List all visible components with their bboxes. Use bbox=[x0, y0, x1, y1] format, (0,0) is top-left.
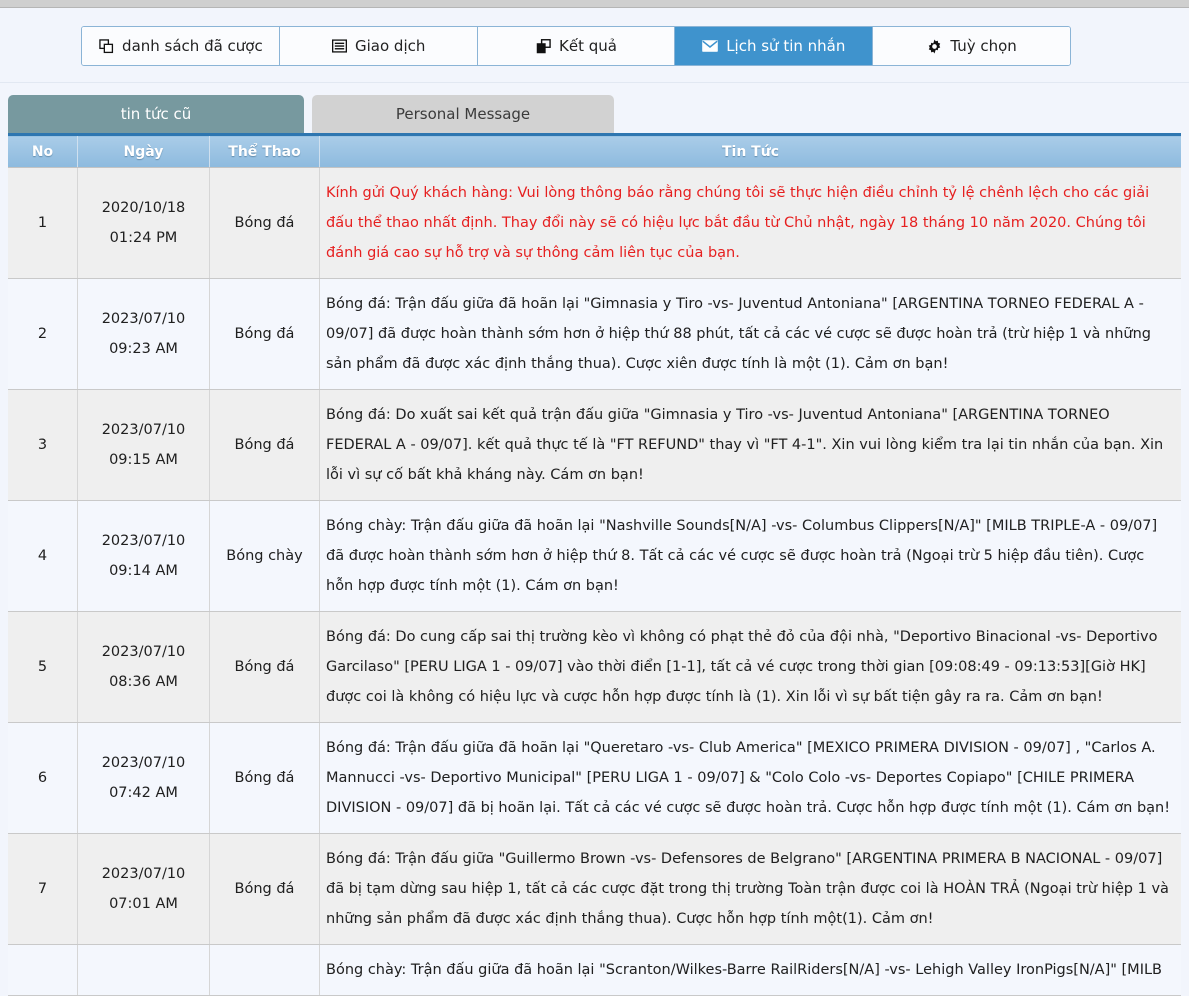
column-header-news[interactable]: Tin Tức bbox=[320, 135, 1182, 168]
tab-bet-list-label: danh sách đã cược bbox=[122, 37, 263, 55]
cell-no: 2 bbox=[8, 279, 78, 390]
cell-news: Bóng đá: Do cung cấp sai thị trường kèo … bbox=[320, 612, 1182, 723]
cell-sport: Bóng chày bbox=[210, 501, 320, 612]
cell-date: 2020/10/18 01:24 PM bbox=[78, 168, 210, 279]
cell-sport: Bóng đá bbox=[210, 168, 320, 279]
table-row[interactable]: 42023/07/10 09:14 AMBóng chàyBóng chày: … bbox=[8, 501, 1181, 612]
main-navigation: danh sách đã cược Giao dịch Kết quả bbox=[0, 8, 1189, 83]
cell-date: 2023/07/10 08:36 AM bbox=[78, 612, 210, 723]
cell-sport: Bóng đá bbox=[210, 723, 320, 834]
cell-news: Bóng chày: Trận đấu giữa đã hoãn lại "Na… bbox=[320, 501, 1182, 612]
table-body: 12020/10/18 01:24 PMBóng đáKính gửi Quý … bbox=[8, 168, 1181, 996]
gear-icon bbox=[926, 38, 942, 54]
cell-news: Bóng chày: Trận đấu giữa đã hoãn lại "Sc… bbox=[320, 945, 1182, 996]
cell-no: 7 bbox=[8, 834, 78, 945]
cell-news: Bóng đá: Trận đấu giữa đã hoãn lại "Gimn… bbox=[320, 279, 1182, 390]
table-header-row: No Ngày Thể Thao Tin Tức bbox=[8, 135, 1181, 168]
windows-icon bbox=[535, 38, 551, 54]
cell-no: 1 bbox=[8, 168, 78, 279]
tab-results-label: Kết quả bbox=[559, 37, 617, 55]
cell-no bbox=[8, 945, 78, 996]
browser-top-strip bbox=[0, 0, 1189, 8]
cell-news: Kính gửi Quý khách hàng: Vui lòng thông … bbox=[320, 168, 1182, 279]
tab-bet-list[interactable]: danh sách đã cược bbox=[82, 27, 280, 65]
message-table-container: No Ngày Thể Thao Tin Tức 12020/10/18 01:… bbox=[0, 133, 1189, 996]
sub-tab-group: tin tức cũ Personal Message bbox=[0, 83, 1189, 133]
column-header-sport[interactable]: Thể Thao bbox=[210, 135, 320, 168]
cell-news: Bóng đá: Trận đấu giữa "Guillermo Brown … bbox=[320, 834, 1182, 945]
copy-icon bbox=[98, 38, 114, 54]
table-row[interactable]: 72023/07/10 07:01 AMBóng đáBóng đá: Trận… bbox=[8, 834, 1181, 945]
subtab-personal-message[interactable]: Personal Message bbox=[312, 95, 614, 133]
cell-date: 2023/07/10 09:15 AM bbox=[78, 390, 210, 501]
cell-sport: Bóng đá bbox=[210, 279, 320, 390]
cell-no: 5 bbox=[8, 612, 78, 723]
table-row[interactable]: 62023/07/10 07:42 AMBóng đáBóng đá: Trận… bbox=[8, 723, 1181, 834]
cell-no: 6 bbox=[8, 723, 78, 834]
table-row[interactable]: 12020/10/18 01:24 PMBóng đáKính gửi Quý … bbox=[8, 168, 1181, 279]
table-row[interactable]: Bóng chày: Trận đấu giữa đã hoãn lại "Sc… bbox=[8, 945, 1181, 996]
cell-date bbox=[78, 945, 210, 996]
tab-options[interactable]: Tuỳ chọn bbox=[873, 27, 1070, 65]
table-row[interactable]: 52023/07/10 08:36 AMBóng đáBóng đá: Do c… bbox=[8, 612, 1181, 723]
cell-no: 4 bbox=[8, 501, 78, 612]
tab-options-label: Tuỳ chọn bbox=[950, 37, 1016, 55]
list-icon bbox=[331, 38, 347, 54]
tab-transactions[interactable]: Giao dịch bbox=[280, 27, 478, 65]
cell-date: 2023/07/10 07:01 AM bbox=[78, 834, 210, 945]
column-header-date[interactable]: Ngày bbox=[78, 135, 210, 168]
cell-sport bbox=[210, 945, 320, 996]
cell-date: 2023/07/10 09:14 AM bbox=[78, 501, 210, 612]
table-header: No Ngày Thể Thao Tin Tức bbox=[8, 135, 1181, 168]
cell-news: Bóng đá: Do xuất sai kết quả trận đấu gi… bbox=[320, 390, 1182, 501]
cell-sport: Bóng đá bbox=[210, 834, 320, 945]
envelope-icon bbox=[702, 38, 718, 54]
table-row[interactable]: 22023/07/10 09:23 AMBóng đáBóng đá: Trận… bbox=[8, 279, 1181, 390]
nav-tab-group: danh sách đã cược Giao dịch Kết quả bbox=[81, 26, 1071, 66]
table-row[interactable]: 32023/07/10 09:15 AMBóng đáBóng đá: Do x… bbox=[8, 390, 1181, 501]
tab-message-history-label: Lịch sử tin nhắn bbox=[726, 37, 845, 55]
cell-no: 3 bbox=[8, 390, 78, 501]
subtab-old-news[interactable]: tin tức cũ bbox=[8, 95, 304, 133]
tab-message-history[interactable]: Lịch sử tin nhắn bbox=[675, 27, 873, 65]
cell-sport: Bóng đá bbox=[210, 612, 320, 723]
column-header-no[interactable]: No bbox=[8, 135, 78, 168]
tab-transactions-label: Giao dịch bbox=[355, 37, 425, 55]
tab-results[interactable]: Kết quả bbox=[478, 27, 676, 65]
cell-date: 2023/07/10 09:23 AM bbox=[78, 279, 210, 390]
cell-sport: Bóng đá bbox=[210, 390, 320, 501]
cell-date: 2023/07/10 07:42 AM bbox=[78, 723, 210, 834]
message-history-table: No Ngày Thể Thao Tin Tức 12020/10/18 01:… bbox=[8, 133, 1181, 996]
cell-news: Bóng đá: Trận đấu giữa đã hoãn lại "Quer… bbox=[320, 723, 1182, 834]
